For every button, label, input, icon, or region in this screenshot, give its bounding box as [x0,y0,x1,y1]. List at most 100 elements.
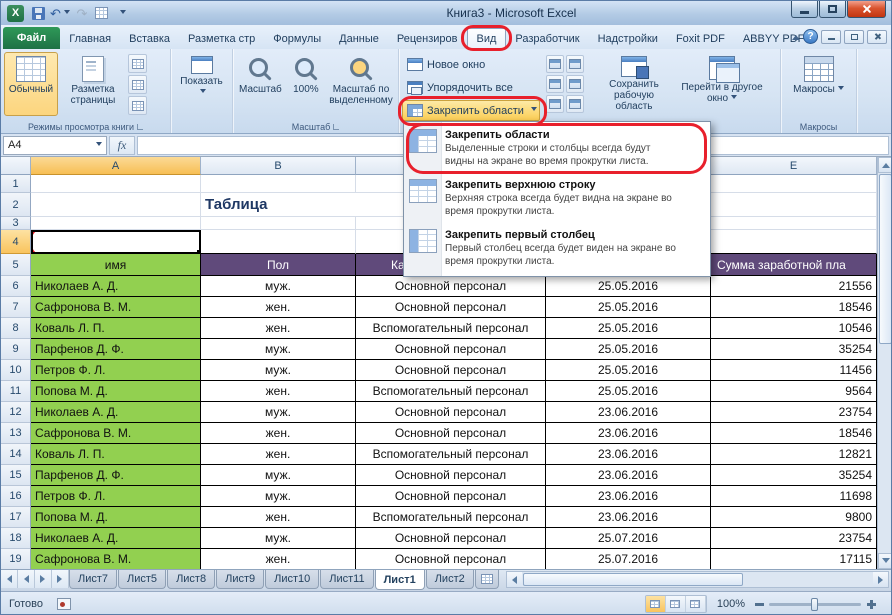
show-button[interactable]: Показать [174,52,229,116]
cell-sex[interactable]: муж. [201,465,356,486]
cell-sum[interactable]: 21556 [711,276,877,297]
macros-button[interactable]: Макросы [790,52,848,116]
cell-category[interactable]: Основной персонал [356,486,546,507]
cell-name[interactable]: Коваль Л. П. [31,318,201,339]
horizontal-scroll-thumb[interactable] [523,573,743,586]
insert-function-button[interactable]: fx [109,136,135,155]
cell-name[interactable]: Сафронова В. М. [31,423,201,444]
cell-sex[interactable]: муж. [201,528,356,549]
zoom-slider-thumb[interactable] [811,598,818,611]
cell-sex[interactable]: жен. [201,549,356,570]
cell-category[interactable]: Вспомогательный персонал [356,507,546,528]
column-header-b[interactable]: B [201,157,356,175]
normal-view-button[interactable]: Обычный [4,52,58,116]
menu-item-freeze-panes[interactable]: Закрепить области Выделенные строки и ст… [404,124,710,174]
row-header[interactable]: 14 [1,444,31,465]
sheet-tab-list10[interactable]: Лист10 [265,570,319,589]
hide-button[interactable] [546,75,564,93]
cell-date[interactable]: 25.07.2016 [546,549,711,570]
cell[interactable] [711,230,877,254]
full-screen-button[interactable] [128,96,147,115]
tab-formulas[interactable]: Формулы [264,28,330,49]
horizontal-scrollbar[interactable] [506,571,889,588]
cell-name[interactable]: Сафронова В. М. [31,297,201,318]
cell-sum[interactable]: 10546 [711,318,877,339]
cell-date[interactable]: 23.06.2016 [546,444,711,465]
cell-date[interactable]: 25.05.2016 [546,318,711,339]
menu-item-freeze-top-row[interactable]: Закрепить верхнюю строку Верхняя строка … [404,174,710,224]
reset-window-position-button[interactable] [566,95,584,113]
status-page-break-button[interactable] [686,596,706,612]
maximize-button[interactable] [819,1,846,18]
cell-sex[interactable]: муж. [201,276,356,297]
row-header[interactable]: 6 [1,276,31,297]
cell-category[interactable]: Вспомогательный персонал [356,318,546,339]
cell[interactable] [201,175,356,193]
redo-button[interactable]: ↷ [72,4,92,22]
sheet-tab-list11[interactable]: Лист11 [320,570,373,589]
vertical-scroll-thumb[interactable] [879,174,892,344]
row-header[interactable]: 13 [1,423,31,444]
cell-name[interactable]: Попова М. Д. [31,381,201,402]
cell-category[interactable]: Основной персонал [356,402,546,423]
last-sheet-button[interactable] [52,570,69,588]
collapse-ribbon-button[interactable] [792,31,800,40]
help-button[interactable]: ? [803,29,818,44]
row-header[interactable]: 3 [1,217,31,230]
scroll-up-button[interactable] [878,157,892,173]
tab-page-layout[interactable]: Разметка стр [179,28,264,49]
insert-sheet-button[interactable] [475,570,499,589]
row-header[interactable]: 2 [1,193,31,217]
zoom-out-button[interactable] [755,603,764,606]
cell-name[interactable]: Парфенов Д. Ф. [31,339,201,360]
qat-customize-button[interactable] [112,4,132,22]
vertical-scrollbar[interactable] [877,157,892,569]
cell-sum[interactable]: 18546 [711,423,877,444]
zoom-button[interactable]: Масштаб [236,52,285,116]
custom-views-button[interactable] [128,75,147,94]
switch-windows-button[interactable]: Перейти в другое окно [678,52,766,116]
cell-sum[interactable]: 23754 [711,528,877,549]
cell-sum[interactable]: 9564 [711,381,877,402]
cell-date[interactable]: 23.06.2016 [546,486,711,507]
row-header[interactable]: 5 [1,254,31,276]
row-header[interactable]: 15 [1,465,31,486]
row-header[interactable]: 16 [1,486,31,507]
cell-date[interactable]: 25.05.2016 [546,381,711,402]
cell[interactable] [31,217,201,230]
split-button[interactable] [546,55,564,73]
close-button[interactable] [847,1,886,18]
cell-sum[interactable]: 35254 [711,339,877,360]
row-header[interactable]: 11 [1,381,31,402]
save-workspace-button[interactable]: Сохранить рабочую область [592,52,676,116]
cell[interactable] [711,217,877,230]
cell-date[interactable]: 25.05.2016 [546,297,711,318]
zoom-to-selection-button[interactable]: Масштаб по выделенному [327,52,395,116]
unhide-button[interactable] [546,95,564,113]
undo-button[interactable]: ↶ [48,4,72,22]
cell-category[interactable]: Основной персонал [356,549,546,570]
prev-sheet-button[interactable] [18,570,35,588]
cell-category[interactable]: Основной персонал [356,465,546,486]
cell-category[interactable]: Основной персонал [356,423,546,444]
row-header-selected[interactable]: 4 [1,230,31,254]
fill-handle[interactable] [196,249,201,254]
tab-view[interactable]: Вид [467,28,507,49]
cell-category[interactable]: Основной персонал [356,528,546,549]
cell-sum[interactable]: 35254 [711,465,877,486]
cell-date[interactable]: 25.05.2016 [546,339,711,360]
zoom-slider-track[interactable] [769,603,861,606]
row-header[interactable]: 7 [1,297,31,318]
cell-date[interactable]: 23.06.2016 [546,423,711,444]
cell-sex[interactable]: жен. [201,297,356,318]
row-header[interactable]: 12 [1,402,31,423]
cell-sex[interactable]: жен. [201,444,356,465]
cell-sex[interactable]: муж. [201,402,356,423]
cell-sum[interactable]: 11698 [711,486,877,507]
cell[interactable] [31,175,201,193]
cell-name[interactable]: Коваль Л. П. [31,444,201,465]
workbook-minimize-button[interactable] [821,30,841,44]
sheet-tab-list1-active[interactable]: Лист1 [375,570,425,590]
cell-sum[interactable]: 9800 [711,507,877,528]
cell-name[interactable]: Петров Ф. Л. [31,360,201,381]
